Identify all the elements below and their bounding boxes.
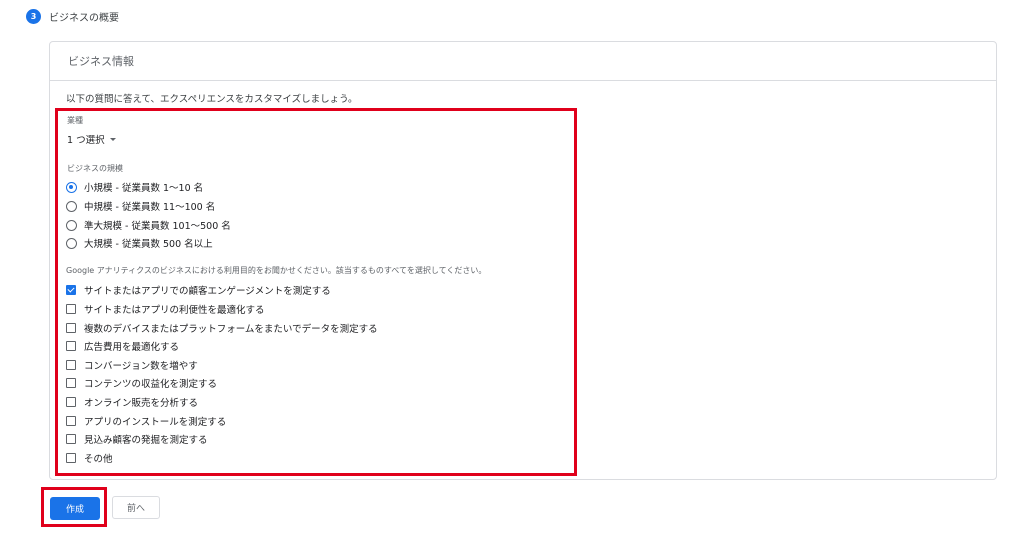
checkbox-icon[interactable]: [66, 360, 76, 370]
purpose-option-label: オンライン販売を分析する: [84, 398, 199, 409]
radio-icon[interactable]: [66, 200, 77, 212]
purpose-option[interactable]: サイトまたはアプリの利便性を最適化する: [66, 302, 265, 316]
purpose-option-label: 複数のデバイスまたはプラットフォームをまたいでデータを測定する: [84, 324, 378, 335]
radio-selected-icon[interactable]: [66, 181, 77, 193]
radio-icon[interactable]: [66, 237, 77, 249]
checkbox-icon[interactable]: [66, 341, 76, 351]
checkbox-icon[interactable]: [66, 434, 76, 444]
purpose-option[interactable]: コンテンツの収益化を測定する: [66, 376, 217, 390]
purpose-option[interactable]: 複数のデバイスまたはプラットフォームをまたいでデータを測定する: [66, 321, 378, 335]
industry-label: 業種: [67, 116, 83, 125]
size-option-label: 小規模 - 従業員数 1～10 名: [84, 183, 204, 194]
card-title: ビジネス情報: [50, 42, 996, 81]
caret-down-icon: [109, 137, 116, 141]
industry-select[interactable]: 1 つ選択: [67, 132, 116, 146]
purpose-option[interactable]: オンライン販売を分析する: [66, 395, 198, 409]
size-option-small[interactable]: 小規模 - 従業員数 1～10 名: [66, 180, 203, 194]
step-title: ビジネスの概要: [49, 13, 119, 24]
checkbox-icon[interactable]: [66, 416, 76, 426]
business-size-label: ビジネスの規模: [67, 164, 123, 173]
step-number-badge: 3: [26, 9, 41, 24]
purpose-option[interactable]: サイトまたはアプリでの顧客エンゲージメントを測定する: [66, 283, 331, 297]
step-header: 3 ビジネスの概要: [26, 9, 119, 24]
size-option-label: 中規模 - 従業員数 11～100 名: [84, 202, 216, 213]
purpose-option-label: コンテンツの収益化を測定する: [84, 379, 218, 390]
page: 3 ビジネスの概要 ビジネス情報 以下の質問に答えて、エクスペリエンスをカスタマ…: [0, 0, 1024, 537]
size-option-large[interactable]: 大規模 - 従業員数 500 名以上: [66, 236, 213, 250]
purpose-option-label: サイトまたはアプリの利便性を最適化する: [84, 305, 265, 316]
checkbox-icon[interactable]: [66, 304, 76, 314]
back-button[interactable]: 前へ: [112, 496, 160, 519]
purpose-option[interactable]: コンバージョン数を増やす: [66, 358, 198, 372]
purpose-option[interactable]: 広告費用を最適化する: [66, 339, 179, 353]
purpose-option-label: 広告費用を最適化する: [84, 342, 180, 353]
business-info-card: ビジネス情報 以下の質問に答えて、エクスペリエンスをカスタマイズしましょう。 業…: [49, 41, 997, 480]
intro-text: 以下の質問に答えて、エクスペリエンスをカスタマイズしましょう。: [66, 94, 358, 105]
size-option-medium[interactable]: 中規模 - 従業員数 11～100 名: [66, 199, 215, 213]
size-option-semi-large[interactable]: 準大規模 - 従業員数 101～500 名: [66, 218, 231, 232]
purpose-option-label: サイトまたはアプリでの顧客エンゲージメントを測定する: [84, 286, 331, 297]
purpose-option-label: アプリのインストールを測定する: [84, 417, 227, 428]
size-option-label: 大規模 - 従業員数 500 名以上: [84, 239, 213, 250]
size-option-label: 準大規模 - 従業員数 101～500 名: [84, 221, 231, 232]
purpose-option-label: コンバージョン数を増やす: [84, 361, 198, 372]
purpose-option[interactable]: アプリのインストールを測定する: [66, 414, 226, 428]
purpose-option-label: 見込み顧客の発掘を測定する: [84, 435, 208, 446]
checkbox-icon[interactable]: [66, 397, 76, 407]
industry-select-value: 1 つ選択: [67, 135, 105, 146]
checkbox-icon[interactable]: [66, 453, 76, 463]
radio-icon[interactable]: [66, 219, 77, 231]
checkbox-icon[interactable]: [66, 378, 76, 388]
checkbox-checked-icon[interactable]: [66, 285, 76, 295]
purpose-option[interactable]: その他: [66, 451, 113, 465]
purpose-option-label: その他: [84, 454, 113, 465]
create-button[interactable]: 作成: [50, 497, 100, 520]
purpose-option[interactable]: 見込み顧客の発掘を測定する: [66, 432, 208, 446]
purpose-label: Google アナリティクスのビジネスにおける利用目的をお聞かせください。該当す…: [66, 266, 487, 275]
checkbox-icon[interactable]: [66, 323, 76, 333]
